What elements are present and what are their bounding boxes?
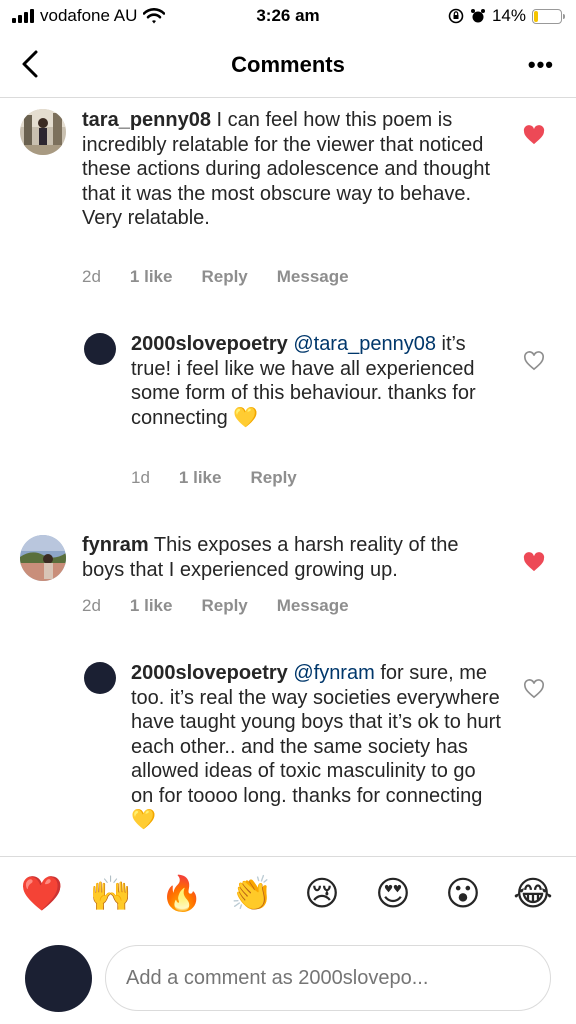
battery-level <box>534 10 538 22</box>
comment-input[interactable] <box>105 945 551 1011</box>
emoji-tears-of-joy-button[interactable]: 😂 <box>511 872 555 916</box>
nav-bar: Comments ••• <box>0 34 576 98</box>
like-count[interactable]: 1 like <box>179 468 222 488</box>
battery-percent: 14% <box>491 6 526 25</box>
status-bar: vodafone AU 3:26 am 14% <box>0 0 576 34</box>
avatar[interactable] <box>20 535 66 581</box>
comment-list[interactable]: tara_penny08 I can feel how this poem is… <box>0 99 576 856</box>
comment-text: tara_penny08 I can feel how this poem is… <box>82 108 502 231</box>
reply-button[interactable]: Reply <box>250 468 296 488</box>
emoji-crying-button[interactable]: 😢 <box>300 872 344 916</box>
yellow-heart-emoji: 💛 <box>131 809 156 831</box>
message-button[interactable]: Message <box>277 267 349 287</box>
heart-filled-icon[interactable] <box>523 552 545 572</box>
emoji-surprised-button[interactable]: 😮 <box>441 872 485 916</box>
emoji-quick-bar: ❤️ 🙌 🔥 👏 😢 😍 😮 😂 <box>0 872 576 920</box>
my-avatar <box>25 945 92 1012</box>
emoji-raised-hands-button[interactable]: 🙌 <box>89 872 133 916</box>
alarm-icon <box>470 9 485 23</box>
mention-link[interactable]: @tara_penny08 <box>293 333 436 355</box>
avatar[interactable] <box>20 109 66 155</box>
comment-username[interactable]: 2000slovepoetry <box>131 662 288 684</box>
battery-icon <box>532 8 565 24</box>
comment-time: 2d <box>82 596 101 615</box>
comment-meta: 2d 1 like Reply Message <box>82 596 378 616</box>
emoji-clapping-button[interactable]: 👏 <box>230 872 274 916</box>
emoji-red-heart-button[interactable]: ❤️ <box>20 872 64 916</box>
comment-text: 2000slovepoetry @fynram for sure, me too… <box>131 661 501 833</box>
divider <box>0 856 576 857</box>
avatar[interactable] <box>84 662 116 694</box>
like-count[interactable]: 1 like <box>130 267 173 287</box>
comment-username[interactable]: tara_penny08 <box>82 109 211 131</box>
emoji-fire-button[interactable]: 🔥 <box>160 872 204 916</box>
yellow-heart-emoji: 💛 <box>233 406 259 429</box>
comment-username[interactable]: 2000slovepoetry <box>131 333 288 355</box>
page-title: Comments <box>231 52 345 77</box>
comment-text: 2000slovepoetry @tara_penny08 it’s true!… <box>131 332 496 430</box>
reply-button[interactable]: Reply <box>201 596 247 616</box>
comment-meta: 2d 1 like Reply Message <box>82 267 378 287</box>
orientation-lock-icon <box>448 8 464 24</box>
comment-username[interactable]: fynram <box>82 534 149 556</box>
more-options-icon[interactable]: ••• <box>528 52 554 78</box>
status-right: 14% <box>448 6 565 26</box>
avatar[interactable] <box>84 333 116 365</box>
heart-outline-icon[interactable] <box>523 351 545 371</box>
comment-time: 2d <box>82 267 101 286</box>
like-count[interactable]: 1 like <box>130 596 173 616</box>
mention-link[interactable]: @fynram <box>293 662 374 684</box>
message-button[interactable]: Message <box>277 596 349 616</box>
reply-button[interactable]: Reply <box>201 267 247 287</box>
comment-time: 1d <box>131 468 150 487</box>
heart-outline-icon[interactable] <box>523 679 545 699</box>
comment-meta: 1d 1 like Reply <box>131 468 326 488</box>
emoji-heart-eyes-button[interactable]: 😍 <box>371 872 415 916</box>
comment-text: fynram This exposes a harsh reality of t… <box>82 533 502 582</box>
heart-filled-icon[interactable] <box>523 125 545 145</box>
